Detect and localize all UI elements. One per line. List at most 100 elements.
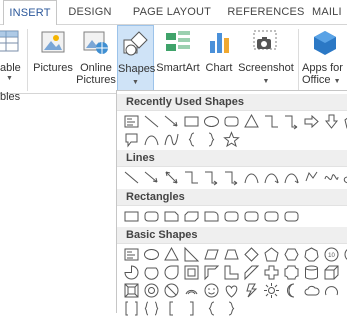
rect-shape-icon[interactable] bbox=[183, 113, 200, 130]
pent-shape-icon[interactable] bbox=[263, 246, 280, 263]
screenshot-button[interactable]: Screenshot ▼ bbox=[237, 25, 295, 91]
scribble-shape-icon[interactable] bbox=[323, 169, 340, 186]
star-shape-icon[interactable] bbox=[223, 131, 240, 148]
trap-shape-icon[interactable] bbox=[223, 246, 240, 263]
halfframe-shape-icon[interactable] bbox=[203, 264, 220, 281]
para-shape-icon[interactable] bbox=[203, 246, 220, 263]
chord-shape-icon[interactable] bbox=[143, 264, 160, 281]
elbowA-shape-icon[interactable] bbox=[283, 113, 300, 130]
twelve-shape-icon[interactable]: 12 bbox=[343, 246, 347, 263]
snip2-shape-icon[interactable] bbox=[183, 208, 200, 225]
group-separator bbox=[27, 29, 28, 91]
ten-shape-icon[interactable]: 10 bbox=[323, 246, 340, 263]
callout-shape-icon[interactable] bbox=[123, 131, 140, 148]
curve-shape-icon[interactable] bbox=[143, 131, 160, 148]
rarrow-shape-icon[interactable] bbox=[303, 113, 320, 130]
tab-insert[interactable]: INSERT bbox=[3, 0, 57, 25]
heptagon-shape-icon[interactable] bbox=[303, 246, 320, 263]
rrect-shape-icon[interactable] bbox=[223, 113, 240, 130]
frame-shape-icon[interactable] bbox=[183, 264, 200, 281]
table-icon[interactable] bbox=[0, 29, 22, 52]
pictures-button[interactable]: Pictures bbox=[32, 25, 74, 91]
oval-shape-icon[interactable] bbox=[143, 246, 160, 263]
elbow-shape-icon[interactable] bbox=[183, 169, 200, 186]
tri-shape-icon[interactable] bbox=[243, 113, 260, 130]
sun-shape-icon[interactable] bbox=[263, 282, 280, 299]
table-button-label: able bbox=[0, 62, 21, 74]
round1-shape-icon[interactable] bbox=[203, 208, 220, 225]
freeform-shape-icon[interactable] bbox=[303, 169, 320, 186]
pent-shape-icon[interactable] bbox=[343, 113, 347, 130]
lbrace-shape-icon[interactable] bbox=[183, 131, 200, 148]
moon-shape-icon[interactable] bbox=[283, 282, 300, 299]
line-shape-icon[interactable] bbox=[123, 169, 140, 186]
arrow-shape-icon[interactable] bbox=[143, 169, 160, 186]
scurve-shape-icon[interactable] bbox=[163, 131, 180, 148]
tab-mailings[interactable]: MAILI bbox=[312, 0, 347, 24]
brackets-shape-icon[interactable] bbox=[123, 300, 140, 317]
pie-shape-icon[interactable] bbox=[123, 264, 140, 281]
heart-shape-icon[interactable] bbox=[223, 282, 240, 299]
curveA-shape-icon[interactable] bbox=[283, 169, 300, 186]
darrow-shape-icon[interactable] bbox=[323, 113, 340, 130]
curlyS-shape-icon[interactable] bbox=[343, 169, 347, 186]
elbow-shape-icon[interactable] bbox=[263, 113, 280, 130]
donut-shape-icon[interactable] bbox=[143, 282, 160, 299]
line-shape-icon[interactable] bbox=[143, 113, 160, 130]
elbowA-shape-icon[interactable] bbox=[203, 169, 220, 186]
smartart-button[interactable]: SmartArt bbox=[156, 25, 200, 91]
bolt-shape-icon[interactable] bbox=[243, 282, 260, 299]
bevel-shape-icon[interactable] bbox=[123, 282, 140, 299]
shapes-button[interactable]: Shapes ▼ bbox=[117, 25, 155, 91]
diamond-shape-icon[interactable] bbox=[243, 246, 260, 263]
pictures-icon bbox=[41, 31, 65, 53]
rrect-shape-icon[interactable] bbox=[263, 208, 280, 225]
rrect-shape-icon[interactable] bbox=[243, 208, 260, 225]
rrect-shape-icon[interactable] bbox=[283, 208, 300, 225]
dblarrow-shape-icon[interactable] bbox=[163, 169, 180, 186]
diagstripe-shape-icon[interactable] bbox=[243, 264, 260, 281]
noSym-shape-icon[interactable] bbox=[163, 282, 180, 299]
curveA-shape-icon[interactable] bbox=[263, 169, 280, 186]
cross-shape-icon[interactable] bbox=[263, 264, 280, 281]
rbrace-shape-icon[interactable] bbox=[223, 300, 240, 317]
snip-shape-icon[interactable] bbox=[163, 208, 180, 225]
cube-shape-icon[interactable] bbox=[323, 264, 340, 281]
recent-shapes-row-1 bbox=[123, 113, 347, 131]
tab-design[interactable]: DESIGN bbox=[62, 0, 118, 24]
online-pictures-button[interactable]: Online Pictures bbox=[76, 25, 116, 91]
hex-shape-icon[interactable] bbox=[283, 246, 300, 263]
rectangles-row bbox=[123, 208, 300, 226]
smiley-shape-icon[interactable] bbox=[203, 282, 220, 299]
rtri-shape-icon[interactable] bbox=[183, 246, 200, 263]
rbrace-shape-icon[interactable] bbox=[203, 131, 220, 148]
teardrop-shape-icon[interactable] bbox=[163, 264, 180, 281]
lshape-shape-icon[interactable] bbox=[223, 264, 240, 281]
tab-page-layout[interactable]: PAGE LAYOUT bbox=[124, 0, 220, 24]
curve-shape-icon[interactable] bbox=[243, 169, 260, 186]
oval-shape-icon[interactable] bbox=[203, 113, 220, 130]
lbracket-shape-icon[interactable] bbox=[163, 300, 180, 317]
plaque-shape-icon[interactable] bbox=[283, 264, 300, 281]
arcShape-shape-icon[interactable] bbox=[323, 282, 340, 299]
table-caret-icon: ▼ bbox=[6, 75, 13, 82]
recent-shapes-row-2 bbox=[123, 131, 240, 149]
elbowA-shape-icon[interactable] bbox=[223, 169, 240, 186]
cloud-shape-icon[interactable] bbox=[303, 282, 320, 299]
tri-shape-icon[interactable] bbox=[163, 246, 180, 263]
arrow-shape-icon[interactable] bbox=[163, 113, 180, 130]
can-shape-icon[interactable] bbox=[303, 264, 320, 281]
textbox-shape-icon[interactable] bbox=[123, 113, 140, 130]
tab-references[interactable]: REFERENCES bbox=[224, 0, 308, 24]
textbox-shape-icon[interactable] bbox=[123, 246, 140, 263]
rrect-shape-icon[interactable] bbox=[223, 208, 240, 225]
lbrace-shape-icon[interactable] bbox=[203, 300, 220, 317]
chart-button[interactable]: Chart bbox=[201, 25, 237, 91]
apps-for-office-button[interactable]: Apps for Office ▼ bbox=[300, 25, 347, 91]
braces2-shape-icon[interactable] bbox=[143, 300, 160, 317]
rect-shape-icon[interactable] bbox=[123, 208, 140, 225]
rbracket-shape-icon[interactable] bbox=[183, 300, 200, 317]
rrect-shape-icon[interactable] bbox=[143, 208, 160, 225]
arc-shape-icon[interactable] bbox=[183, 282, 200, 299]
section-recently-used: Recently Used Shapes bbox=[117, 94, 347, 111]
